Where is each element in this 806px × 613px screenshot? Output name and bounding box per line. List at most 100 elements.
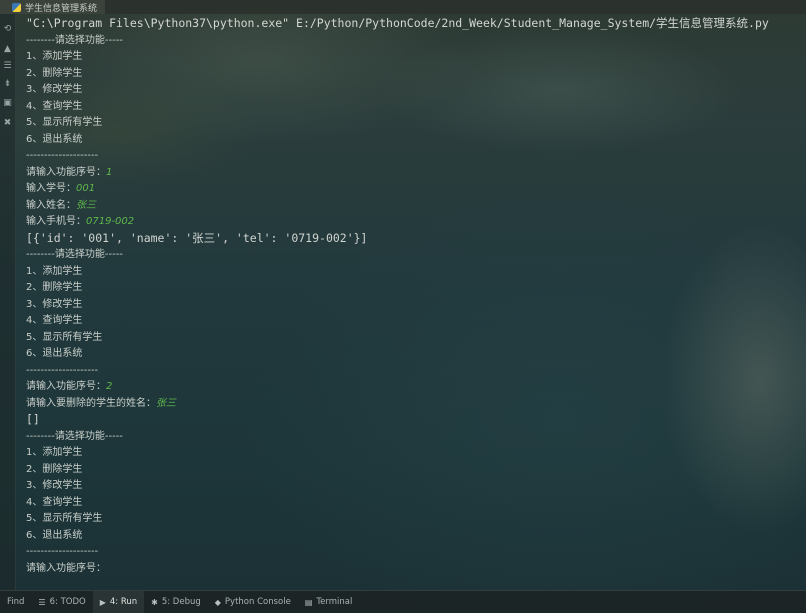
- console-line: 6、退出系统: [26, 527, 82, 543]
- console-line: 3、修改学生: [26, 296, 82, 312]
- console-line: 4、查询学生: [26, 98, 82, 114]
- console-line: --------请选择功能-----: [26, 32, 123, 48]
- trash-icon[interactable]: ✖: [2, 118, 13, 128]
- console-line: "C:\Program Files\Python37\python.exe" E…: [26, 15, 769, 31]
- console-line-text: "C:\Program Files\Python37\python.exe" E…: [26, 16, 769, 30]
- terminal-icon: ▤: [304, 597, 313, 607]
- console-line-text: 1、添加学生: [26, 51, 83, 62]
- tool-tab-debug[interactable]: ✱ 5: Debug: [144, 591, 208, 613]
- console-line-text: [{'id': '001', 'name': '张三', 'tel': '071…: [26, 230, 368, 245]
- console-line-text: 请输入功能序号：: [26, 381, 106, 392]
- tab-title: 学生信息管理系统: [25, 3, 98, 14]
- console-line-text: --------------------: [26, 364, 99, 376]
- console-line-text: 5、显示所有学生: [26, 513, 103, 524]
- console-line: 6、退出系统: [26, 345, 82, 361]
- console-line-text: 输入学号：: [26, 183, 76, 194]
- console-line: 请输入功能序号：: [26, 560, 106, 576]
- console-line-text: 请输入功能序号：: [26, 166, 106, 178]
- run-toolbar: ⟲ ▲ ☰ ⇟ ▣ ✖: [0, 14, 16, 590]
- tool-tab-pythonconsole[interactable]: ◆ Python Console: [208, 591, 298, 613]
- tool-tab-todo[interactable]: ☰ 6: TODO: [31, 591, 92, 613]
- console-line: 1、添加学生: [26, 48, 82, 64]
- console-line-text: --------请选择功能-----: [26, 249, 123, 260]
- console-line-text: --------请选择功能-----: [26, 34, 123, 46]
- console-line: 输入手机号：0719-002: [26, 213, 134, 229]
- console-line-text: []: [26, 412, 40, 426]
- python-icon: ◆: [214, 597, 221, 607]
- soft-wrap-icon[interactable]: ☰: [2, 61, 13, 71]
- user-input-text: 0719-002: [86, 216, 135, 227]
- console-line-text: 6、退出系统: [26, 348, 83, 359]
- console-line: 5、显示所有学生: [26, 329, 102, 345]
- console-line-text: 5、显示所有学生: [26, 331, 103, 343]
- console-line: 4、查询学生: [26, 494, 82, 510]
- console-line-text: 3、修改学生: [26, 84, 83, 95]
- bottom-tool-window-bar: Find ☰ 6: TODO ▶ 4: Run ✱ 5: Debug ◆ Python Cons…: [0, 590, 806, 613]
- console-line-text: 1、添加学生: [26, 265, 83, 277]
- console-line-text: 输入姓名：: [26, 199, 76, 211]
- user-input-text: 1: [106, 166, 113, 178]
- console-line: --------------------: [26, 362, 98, 378]
- console-line: 请输入功能序号：1: [26, 164, 112, 180]
- console-line: 1、添加学生: [26, 444, 82, 460]
- console-line: 2、删除学生: [26, 461, 82, 477]
- console-line: 5、显示所有学生: [26, 114, 102, 130]
- print-icon[interactable]: ▣: [2, 98, 13, 108]
- console-line: --------请选择功能-----: [26, 428, 123, 444]
- console-line: 2、删除学生: [26, 65, 82, 81]
- tool-tab-run[interactable]: ▶ 4: Run: [92, 591, 145, 613]
- user-input-text: 001: [76, 183, 96, 194]
- console-line: []: [26, 411, 40, 427]
- console-line: 输入姓名：张三: [26, 197, 96, 213]
- console-line-text: 6、退出系统: [26, 529, 83, 541]
- console-line: [{'id': '001', 'name': '张三', 'tel': '071…: [26, 230, 368, 246]
- user-input-text: 张三: [76, 199, 96, 211]
- console-line-text: 输入手机号：: [26, 216, 86, 227]
- up-arrow-icon[interactable]: ▲: [2, 44, 13, 54]
- console-line-text: 4、查询学生: [26, 100, 83, 112]
- run-icon: ▶: [99, 597, 106, 607]
- console-line-text: 请输入功能序号：: [26, 562, 106, 574]
- console-line: 4、查询学生: [26, 312, 82, 328]
- console-line-text: --------------------: [26, 546, 99, 557]
- tool-tab-find[interactable]: Find: [0, 591, 31, 613]
- tab-run-config[interactable]: 学生信息管理系统: [0, 0, 106, 14]
- tool-tab-label: Python Console: [224, 597, 291, 607]
- console-line-text: 2、删除学生: [26, 282, 83, 293]
- user-input-text: 张三: [156, 397, 176, 409]
- console-line: 2、删除学生: [26, 279, 82, 295]
- console-line: 3、修改学生: [26, 477, 82, 493]
- tool-tab-label: 6: TODO: [49, 597, 86, 607]
- list-icon: ☰: [38, 597, 46, 607]
- tool-tab-label: 4: Run: [109, 597, 138, 607]
- console-line: 请输入功能序号：2: [26, 378, 112, 394]
- console-line: --------------------: [26, 147, 98, 163]
- console-line: --------请选择功能-----: [26, 246, 123, 262]
- console-line-text: 2、删除学生: [26, 463, 83, 475]
- console-line: 6、退出系统: [26, 131, 82, 147]
- tool-tab-label: 5: Debug: [161, 597, 201, 607]
- console-line-text: 2、删除学生: [26, 67, 83, 79]
- console-line-text: 6、退出系统: [26, 133, 83, 145]
- console-line-text: 3、修改学生: [26, 298, 83, 310]
- rerun-icon[interactable]: ⟲: [2, 24, 13, 34]
- bug-icon: ✱: [151, 597, 158, 607]
- console-line-text: 4、查询学生: [26, 315, 83, 326]
- console-line-text: 4、查询学生: [26, 496, 83, 508]
- console-line-text: 1、添加学生: [26, 447, 83, 458]
- tool-tab-terminal[interactable]: ▤ Terminal: [298, 591, 359, 613]
- console-line-text: 请输入要删除的学生的姓名：: [26, 397, 156, 409]
- user-input-text: 2: [106, 381, 113, 392]
- console-line-text: --------请选择功能-----: [26, 430, 123, 442]
- scroll-to-end-icon[interactable]: ⇟: [2, 79, 13, 89]
- console-line-text: --------------------: [26, 150, 99, 161]
- console-line: --------------------: [26, 543, 98, 559]
- console-line-text: 3、修改学生: [26, 480, 83, 491]
- console-line: 1、添加学生: [26, 263, 82, 279]
- tool-tab-label: Terminal: [316, 597, 353, 607]
- tool-tab-label: Find: [7, 597, 25, 607]
- console-line: 请输入要删除的学生的姓名：张三: [26, 395, 176, 411]
- run-console-output[interactable]: "C:\Program Files\Python37\python.exe" E…: [26, 15, 801, 587]
- python-file-icon: [12, 2, 21, 12]
- console-line: 3、修改学生: [26, 81, 82, 97]
